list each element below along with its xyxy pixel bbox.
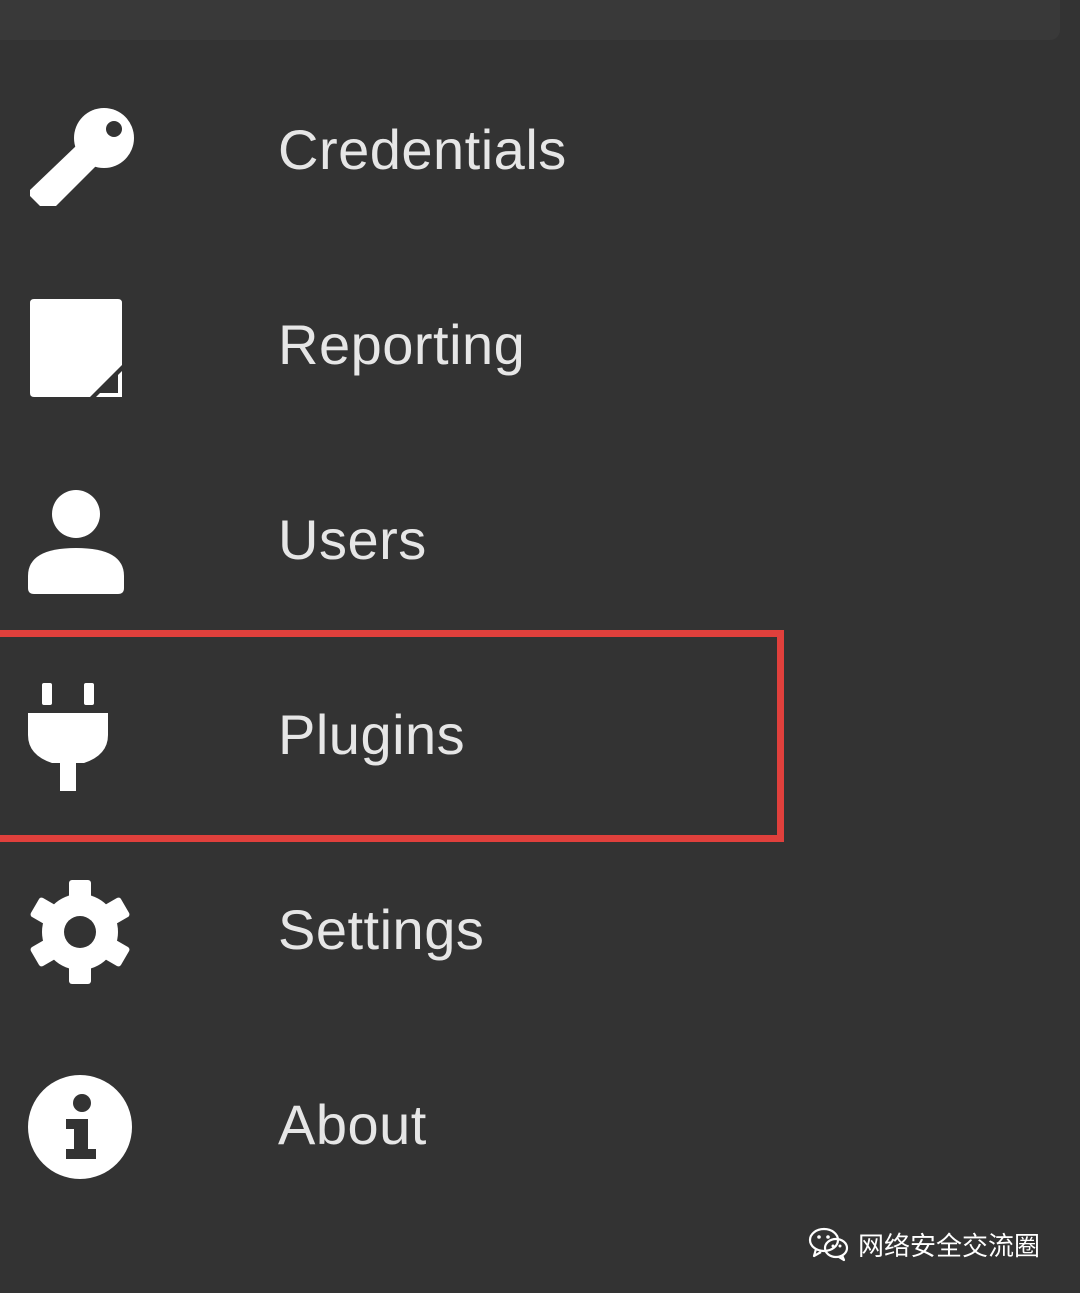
sidebar-item-users[interactable]: Users (0, 442, 1080, 637)
sidebar-item-label: About (278, 1093, 427, 1156)
sidebar-item-label: Users (278, 508, 427, 571)
user-icon (26, 488, 136, 598)
sidebar-item-credentials[interactable]: Credentials (0, 52, 1080, 247)
info-icon (26, 1073, 136, 1183)
sidebar-item-reporting[interactable]: Reporting (0, 247, 1080, 442)
sidebar-item-settings[interactable]: Settings (0, 832, 1080, 1027)
sidebar-item-about[interactable]: About (0, 1027, 1080, 1222)
note-icon (26, 293, 136, 403)
wechat-icon (808, 1226, 850, 1262)
sidebar-item-label: Settings (278, 898, 485, 961)
watermark: 网络安全交流圈 (808, 1226, 1040, 1262)
sidebar-item-label: Plugins (278, 703, 466, 766)
plug-icon (26, 683, 136, 793)
sidebar-item-label: Reporting (278, 313, 526, 376)
key-icon (26, 98, 136, 208)
top-bar (0, 0, 1060, 40)
sidebar-menu: Credentials Reporting Users Plugins Sett… (0, 52, 1080, 1222)
sidebar-item-label: Credentials (278, 118, 567, 181)
sidebar-item-plugins[interactable]: Plugins (0, 637, 1080, 832)
watermark-text: 网络安全交流圈 (858, 1231, 1041, 1262)
gear-icon (26, 878, 136, 988)
